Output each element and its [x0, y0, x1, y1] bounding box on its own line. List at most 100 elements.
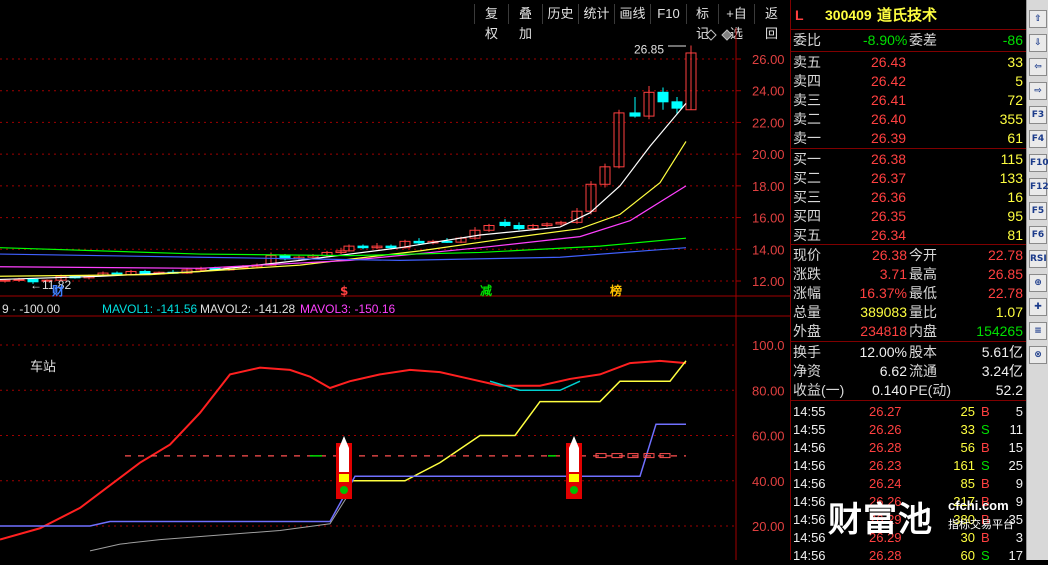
- ask-row: 卖三 26.41 72: [791, 91, 1027, 110]
- stat-value: 22.78: [987, 285, 1023, 301]
- chart-toolbar: 复权叠加历史统计画线F10标记+自选返回: [0, 0, 790, 41]
- stat-value: 154265: [976, 323, 1023, 339]
- fundamental-value: 52.2: [995, 382, 1023, 398]
- bid-row: 买一 26.38 115: [791, 150, 1027, 169]
- diamond-icon[interactable]: [705, 29, 717, 41]
- event-marker[interactable]: 减: [480, 283, 492, 298]
- indicator-tick-label: 80.00: [752, 383, 785, 398]
- sidebar-button-7[interactable]: F12: [1029, 178, 1048, 196]
- price-tick-label: 26.00: [752, 52, 785, 67]
- stat-row: 总量 389083 量比 1.07: [791, 303, 1027, 322]
- sidebar-button-9[interactable]: F6: [1029, 226, 1047, 244]
- sidebar-button-6[interactable]: F10: [1029, 154, 1048, 172]
- candle-body: [671, 101, 683, 109]
- tick-direction: S: [981, 422, 990, 437]
- toolbar-button-4[interactable]: 画线: [614, 4, 650, 24]
- bid-row: 买五 26.34 81: [791, 226, 1027, 245]
- toolbar-button-7[interactable]: +自选: [718, 4, 754, 41]
- tick-direction: B: [981, 476, 990, 491]
- watermark-sub: 指标交易平台: [948, 519, 1014, 531]
- tick-time: 14:55: [793, 404, 826, 419]
- sidebar-button-4[interactable]: F3: [1029, 106, 1047, 124]
- chart-area[interactable]: 26.00 24.00 22.00 20.00 18.00 16.00 14.00 12.00…: [0, 28, 790, 560]
- indicator-title: 车站: [30, 359, 56, 375]
- fundamental-label: 收益(一): [793, 382, 845, 398]
- diff-label: 委差: [909, 32, 937, 48]
- sidebar-button-13[interactable]: ≡: [1029, 322, 1047, 340]
- stat-label: 最高: [909, 266, 937, 282]
- event-marker[interactable]: $: [340, 284, 348, 298]
- fundamental-label: 流通: [909, 363, 937, 379]
- sidebar-button-5[interactable]: F4: [1029, 130, 1047, 148]
- tool-sidebar: ⇧ ⇩ ⇦ ⇨ F3 F4 F10 F12 F5 F6 RSI ⊕ ✚ ≡ ⊗: [1026, 0, 1048, 560]
- tick-price: 26.23: [869, 458, 902, 473]
- event-marker[interactable]: 榜: [610, 283, 622, 298]
- signal-rocket-flame: [339, 474, 349, 482]
- candle-body: [385, 245, 397, 249]
- toolbar-button-5[interactable]: F10: [650, 4, 686, 24]
- stat-label: 量比: [909, 304, 937, 320]
- stat-label: 总量: [793, 304, 821, 320]
- bid-price: 26.37: [871, 170, 907, 186]
- tick-volume: 161: [953, 458, 975, 473]
- sidebar-button-0[interactable]: ⇧: [1029, 10, 1047, 28]
- price-tick-label: 20.00: [752, 147, 785, 162]
- event-marker[interactable]: 财: [51, 283, 64, 298]
- bid-row: 买二 26.37 133: [791, 169, 1027, 188]
- price-tick-label: 14.00: [752, 242, 785, 257]
- ask-price: 26.43: [871, 54, 907, 70]
- sidebar-button-8[interactable]: F5: [1029, 202, 1047, 220]
- tick-direction: B: [981, 404, 990, 419]
- toolbar-button-3[interactable]: 统计: [578, 4, 614, 24]
- tick-time: 14:56: [793, 440, 826, 455]
- bid-label: 买三: [793, 189, 821, 205]
- sidebar-button-14[interactable]: ⊗: [1029, 346, 1047, 364]
- signal-dot: [340, 486, 348, 494]
- tick-time: 14:56: [793, 512, 826, 527]
- tick-count: 5: [1015, 404, 1023, 419]
- bid-row: 买三 26.36 16: [791, 188, 1027, 207]
- stat-row: 现价 26.38 今开 22.78: [791, 246, 1027, 265]
- bid-volume: 133: [999, 170, 1023, 186]
- sidebar-button-12[interactable]: ✚: [1029, 298, 1047, 316]
- tick-row: 14:56 26.23 161 S 25: [791, 457, 1027, 475]
- toolbar-button-2[interactable]: 历史: [542, 4, 578, 24]
- fundamental-value: 3.24亿: [981, 363, 1023, 379]
- tick-direction: S: [981, 548, 990, 563]
- stat-value: 1.07: [995, 304, 1023, 320]
- toolbar-button-0[interactable]: 复权: [474, 4, 508, 41]
- low-price-label: ←11.82: [30, 278, 71, 292]
- ratio-value: -8.90%: [863, 32, 908, 48]
- toolbar-button-8[interactable]: 返回: [754, 4, 788, 41]
- candle-body: [513, 225, 525, 230]
- divider: [791, 244, 1027, 245]
- tick-time: 14:55: [793, 422, 826, 437]
- sidebar-button-11[interactable]: ⊕: [1029, 274, 1047, 292]
- toolbar-button-6[interactable]: 标记: [686, 4, 718, 41]
- sidebar-button-2[interactable]: ⇦: [1029, 58, 1047, 76]
- fundamental-value: 0.140: [871, 382, 907, 398]
- volume-indicator-text: MAVOL2: -141.28: [200, 302, 295, 316]
- watermark-logo: 财富池: [828, 500, 933, 540]
- fundamental-label: 换手: [793, 344, 821, 360]
- order-ratio-row: 委比 -8.90% 委差 -86: [791, 31, 1027, 50]
- tick-volume: 85: [960, 476, 975, 491]
- ask-volume: 72: [1007, 92, 1023, 108]
- ask-row: 卖二 26.40 355: [791, 110, 1027, 129]
- stat-value: 16.37%: [859, 285, 907, 301]
- bid-label: 买四: [793, 208, 821, 224]
- sidebar-button-1[interactable]: ⇩: [1029, 34, 1047, 52]
- tick-row: 14:55 26.26 33 S 11: [791, 421, 1027, 439]
- ask-volume: 33: [1007, 54, 1023, 70]
- bid-label: 买二: [793, 170, 821, 186]
- price-tick-label: 12.00: [752, 274, 785, 289]
- toolbar-button-1[interactable]: 叠加: [508, 4, 542, 41]
- sidebar-button-3[interactable]: ⇨: [1029, 82, 1047, 100]
- candle-body: [657, 91, 669, 103]
- candle-body: [413, 240, 425, 244]
- kline-and-indicator-chart[interactable]: 26.00 24.00 22.00 20.00 18.00 16.00 14.00 12.00…: [0, 28, 790, 560]
- diamond-icon[interactable]: [721, 29, 733, 41]
- sidebar-button-10[interactable]: RSI: [1029, 250, 1047, 268]
- tick-row: 14:55 26.27 25 B 5: [791, 403, 1027, 421]
- bid-volume: 115: [1000, 151, 1023, 167]
